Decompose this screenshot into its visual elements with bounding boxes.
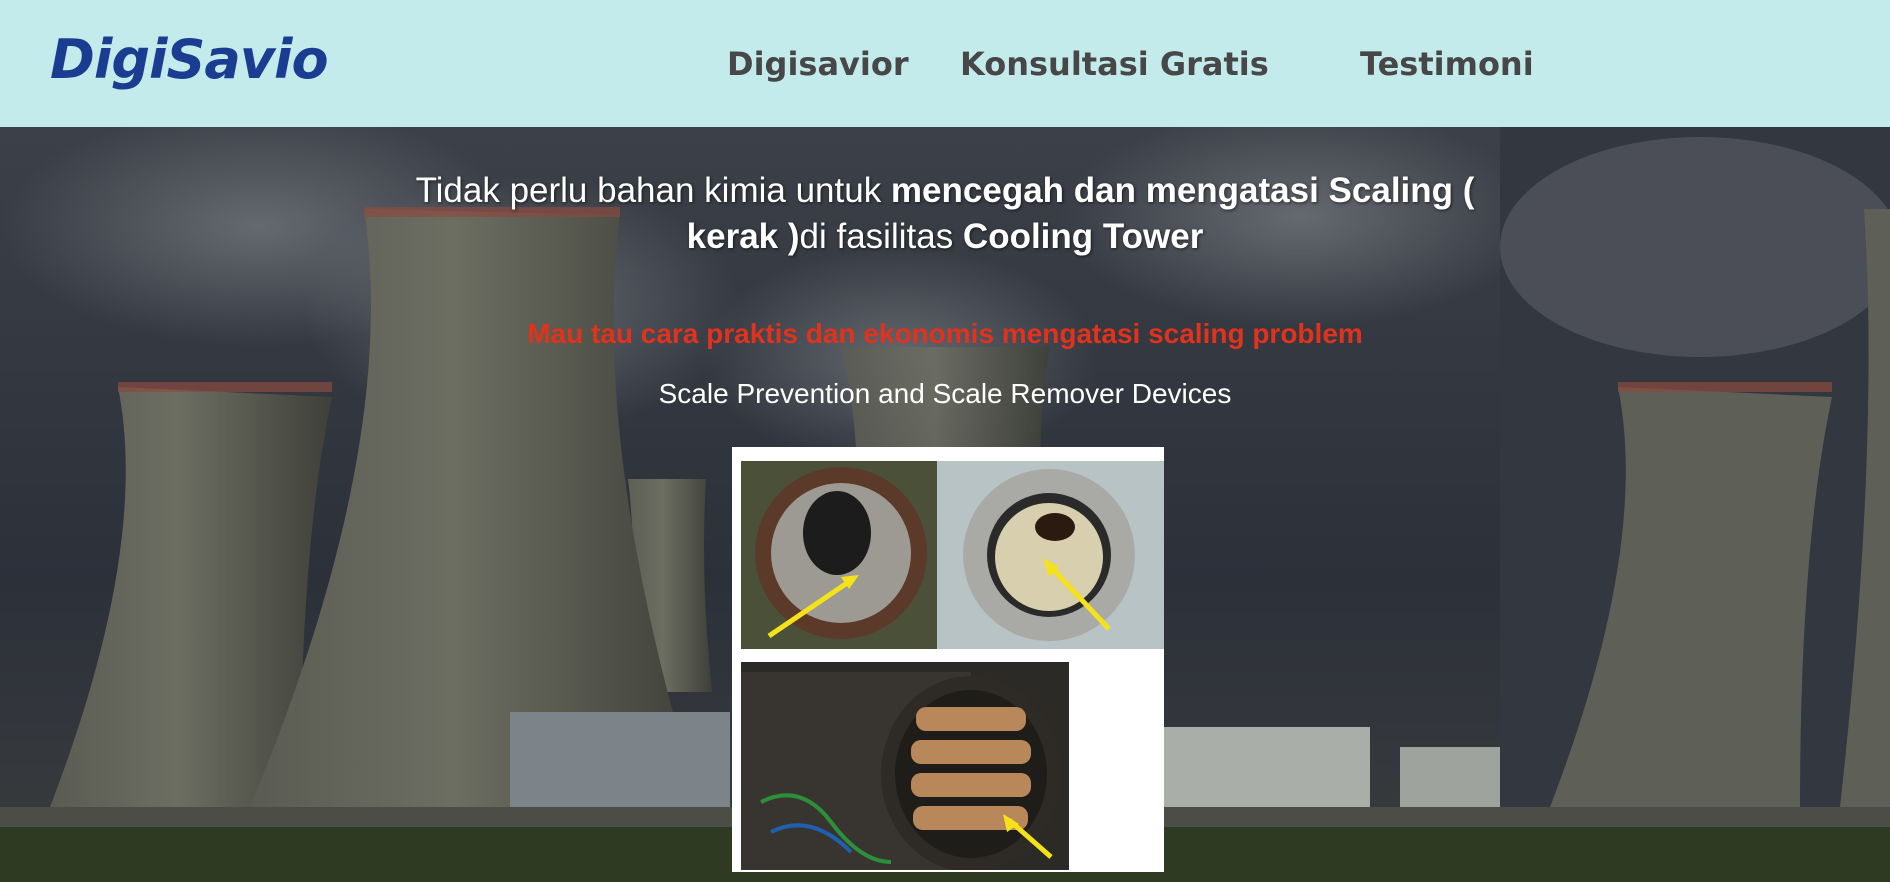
site-header: DigiSavior Digisavior Konsultasi Gratis …: [0, 0, 1890, 127]
scaling-photo-collage: [732, 447, 1164, 872]
svg-text:DigiSavior: DigiSavior: [50, 28, 328, 90]
hero-headline: Tidak perlu bahan kimia untuk mencegah d…: [380, 168, 1510, 260]
heat-exchanger-scale-photo: [741, 662, 1069, 870]
hero-background-tile: [1500, 127, 1890, 882]
hero-subheading-red: Mau tau cara praktis dan ekonomis mengat…: [527, 318, 1363, 349]
flange-scale-photo: [937, 461, 1164, 649]
nav-digisavior-label[interactable]: Digisavior: [727, 45, 909, 83]
hero-subheading-white: Scale Prevention and Scale Remover Devic…: [658, 378, 1232, 409]
headline-part1: Tidak perlu bahan kimia untuk: [415, 171, 891, 210]
scaled-pipe-photo: [741, 461, 937, 649]
nav-testimoni-label[interactable]: Testimoni: [1360, 45, 1534, 83]
headline-part3: di fasilitas: [799, 217, 963, 256]
headline-part4: Cooling Tower: [962, 217, 1204, 256]
nav-konsultasi-gratis[interactable]: Konsultasi Gratis: [960, 0, 1269, 127]
digisavior-logo[interactable]: DigiSavior: [48, 26, 328, 90]
nav-digisavior[interactable]: Digisavior: [727, 0, 909, 127]
nav-konsultasi-gratis-label[interactable]: Konsultasi Gratis: [960, 45, 1269, 83]
nav-testimoni[interactable]: Testimoni: [1360, 0, 1534, 127]
